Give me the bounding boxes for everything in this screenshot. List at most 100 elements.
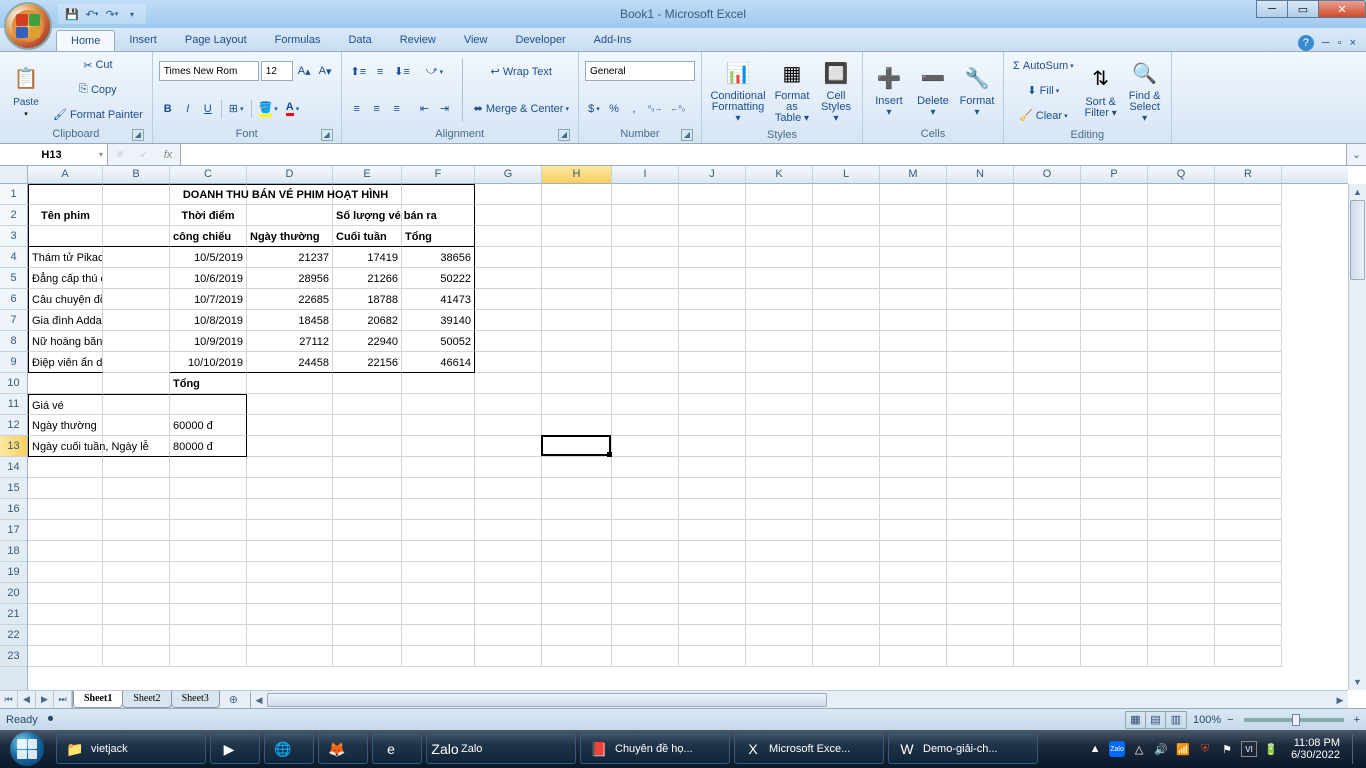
qat-customize-icon[interactable]: ▾ [124, 6, 140, 22]
cell-R12[interactable] [1215, 415, 1282, 436]
cell-A10[interactable] [28, 373, 103, 394]
cell-Q23[interactable] [1148, 646, 1215, 667]
cell-N8[interactable] [947, 331, 1014, 352]
qat-save-icon[interactable]: 💾 [64, 6, 80, 22]
cell-P5[interactable] [1081, 268, 1148, 289]
cell-G19[interactable] [475, 562, 542, 583]
cell-E5[interactable]: 21266 [333, 268, 402, 289]
row-header-4[interactable]: 4 [0, 247, 27, 268]
cell-P18[interactable] [1081, 541, 1148, 562]
cell-F17[interactable] [402, 520, 475, 541]
tab-formulas[interactable]: Formulas [261, 30, 335, 51]
cell-R13[interactable] [1215, 436, 1282, 457]
cell-B14[interactable] [103, 457, 170, 478]
tab-insert[interactable]: Insert [115, 30, 171, 51]
cell-C19[interactable] [170, 562, 247, 583]
cell-D18[interactable] [247, 541, 333, 562]
cell-P22[interactable] [1081, 625, 1148, 646]
row-header-7[interactable]: 7 [0, 310, 27, 331]
cell-Q20[interactable] [1148, 583, 1215, 604]
row-header-22[interactable]: 22 [0, 625, 27, 646]
cell-G23[interactable] [475, 646, 542, 667]
cell-A11[interactable]: Giá vé [28, 394, 103, 415]
cell-J22[interactable] [679, 625, 746, 646]
cell-D12[interactable] [247, 415, 333, 436]
cell-Q7[interactable] [1148, 310, 1215, 331]
shrink-font-button[interactable]: A▾ [316, 61, 335, 81]
cell-B22[interactable] [103, 625, 170, 646]
cell-H11[interactable] [542, 394, 612, 415]
taskbar-item[interactable]: 🌐 [264, 734, 314, 764]
cell-K21[interactable] [746, 604, 813, 625]
close-button[interactable]: ✕ [1318, 0, 1366, 18]
cell-M17[interactable] [880, 520, 947, 541]
cell-D13[interactable] [247, 436, 333, 457]
cell-D7[interactable]: 18458 [247, 310, 333, 331]
cell-J2[interactable] [679, 205, 746, 226]
cell-Q2[interactable] [1148, 205, 1215, 226]
cell-G5[interactable] [475, 268, 542, 289]
cell-K12[interactable] [746, 415, 813, 436]
cell-I6[interactable] [612, 289, 679, 310]
cell-P1[interactable] [1081, 184, 1148, 205]
cell-C5[interactable]: 10/6/2019 [170, 268, 247, 289]
col-header-I[interactable]: I [612, 166, 679, 183]
col-header-M[interactable]: M [880, 166, 947, 183]
cell-R2[interactable] [1215, 205, 1282, 226]
cell-P16[interactable] [1081, 499, 1148, 520]
tray-network-icon[interactable]: 📶 [1175, 741, 1191, 757]
cell-K18[interactable] [746, 541, 813, 562]
cell-H12[interactable] [542, 415, 612, 436]
cell-E13[interactable] [333, 436, 402, 457]
row-header-16[interactable]: 16 [0, 499, 27, 520]
cell-P13[interactable] [1081, 436, 1148, 457]
row-header-10[interactable]: 10 [0, 373, 27, 394]
cell-C11[interactable] [170, 394, 247, 415]
cell-L5[interactable] [813, 268, 880, 289]
cell-I7[interactable] [612, 310, 679, 331]
cell-N3[interactable] [947, 226, 1014, 247]
formula-expand-icon[interactable]: ⌄ [1346, 144, 1366, 165]
cell-M19[interactable] [880, 562, 947, 583]
cell-K8[interactable] [746, 331, 813, 352]
cell-H8[interactable] [542, 331, 612, 352]
cell-R16[interactable] [1215, 499, 1282, 520]
cell-J15[interactable] [679, 478, 746, 499]
cell-N17[interactable] [947, 520, 1014, 541]
format-cells-button[interactable]: 🔧Format▾ [957, 54, 997, 126]
cut-button[interactable]: ✂ Cut [50, 55, 146, 75]
cell-F3[interactable]: Tổng [402, 226, 475, 247]
cell-L8[interactable] [813, 331, 880, 352]
cell-B20[interactable] [103, 583, 170, 604]
grow-font-button[interactable]: A▴ [295, 61, 314, 81]
align-left-button[interactable]: ≡ [348, 99, 366, 119]
cell-B16[interactable] [103, 499, 170, 520]
help-icon[interactable]: ? [1298, 35, 1314, 51]
cell-R6[interactable] [1215, 289, 1282, 310]
cell-M22[interactable] [880, 625, 947, 646]
cell-M10[interactable] [880, 373, 947, 394]
cell-L17[interactable] [813, 520, 880, 541]
cell-B21[interactable] [103, 604, 170, 625]
cell-O7[interactable] [1014, 310, 1081, 331]
cell-O3[interactable] [1014, 226, 1081, 247]
sort-filter-button[interactable]: ⇅Sort & Filter ▾ [1081, 54, 1121, 127]
cell-K10[interactable] [746, 373, 813, 394]
ribbon-restore-icon[interactable]: ▫ [1338, 37, 1342, 49]
cell-N15[interactable] [947, 478, 1014, 499]
cell-K23[interactable] [746, 646, 813, 667]
cell-D11[interactable] [247, 394, 333, 415]
cell-C18[interactable] [170, 541, 247, 562]
col-header-E[interactable]: E [333, 166, 402, 183]
cell-L9[interactable] [813, 352, 880, 373]
cell-P23[interactable] [1081, 646, 1148, 667]
cell-M12[interactable] [880, 415, 947, 436]
cell-P7[interactable] [1081, 310, 1148, 331]
cell-G22[interactable] [475, 625, 542, 646]
cell-G4[interactable] [475, 247, 542, 268]
cell-I4[interactable] [612, 247, 679, 268]
cell-L20[interactable] [813, 583, 880, 604]
cell-O5[interactable] [1014, 268, 1081, 289]
cell-O2[interactable] [1014, 205, 1081, 226]
cell-O20[interactable] [1014, 583, 1081, 604]
